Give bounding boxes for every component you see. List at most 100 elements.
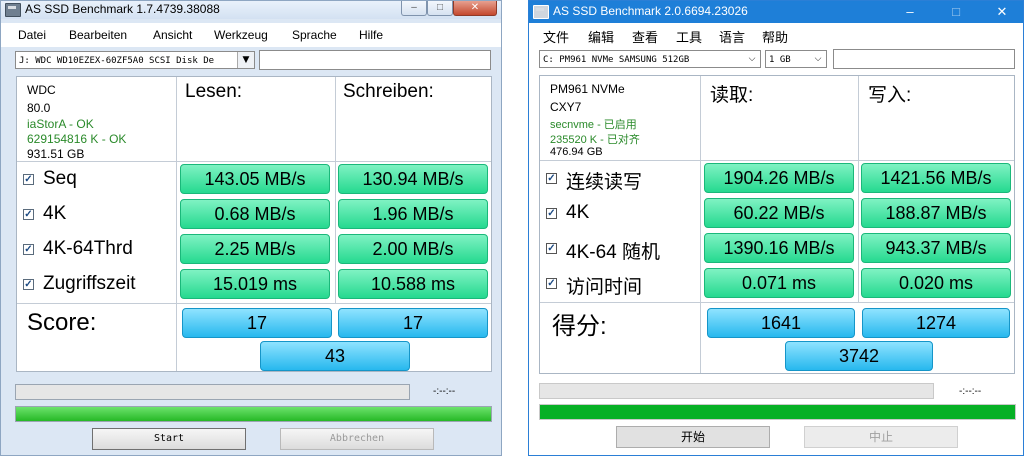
menu-help[interactable]: 帮助 <box>762 27 788 46</box>
progress-fill-overall <box>16 407 491 421</box>
row-label-4k: 4K <box>43 203 67 224</box>
read-column-header: 读取: <box>710 85 754 106</box>
seq-read-value: 1904.26 MB/s <box>704 163 854 193</box>
menu-bar: 文件 编辑 查看 工具 语言 帮助 <box>529 23 1023 47</box>
drive-capacity: 931.51 GB <box>27 147 85 161</box>
row-label-seq: 连续读写 <box>566 172 643 193</box>
dropdown-arrow-icon[interactable]: ⌵ <box>744 51 760 67</box>
menu-sprache[interactable]: Sprache <box>292 28 337 42</box>
seq-checkbox[interactable]: ✓ <box>546 173 557 184</box>
4k-write-value: 188.87 MB/s <box>861 198 1011 228</box>
title-bar[interactable]: AS SSD Benchmark 2.0.6694.23026 – □ ✕ <box>529 1 1023 23</box>
app-icon <box>533 5 549 19</box>
drive-firmware: CXY7 <box>550 100 582 114</box>
alignment-status: 629154816 K - OK <box>27 132 127 146</box>
drive-select[interactable]: C: PM961 NVMe SAMSUNG 512GB ⌵ <box>539 50 761 68</box>
window-title: AS SSD Benchmark 2.0.6694.23026 <box>553 4 748 18</box>
access-time-checkbox[interactable]: ✓ <box>23 279 34 290</box>
menu-werkzeug[interactable]: Werkzeug <box>214 28 268 42</box>
4k-read-value: 60.22 MB/s <box>704 198 854 228</box>
elapsed-time: -:--:-- <box>433 386 456 397</box>
maximize-button[interactable]: □ <box>427 1 453 16</box>
4k-read-value: 0.68 MB/s <box>180 199 330 229</box>
close-button[interactable]: ✕ <box>979 1 1023 23</box>
size-select[interactable]: 1 GB ⌵ <box>765 50 827 68</box>
progress-bar-test <box>15 384 410 400</box>
elapsed-time: -:--:-- <box>959 386 982 397</box>
abort-button[interactable]: Abbrechen <box>280 428 434 450</box>
progress-bar-overall <box>539 404 1016 420</box>
row-label-4k64: 4K-64 随机 <box>566 242 660 263</box>
drive-select[interactable]: J: WDC WD10EZEX-60ZF5A0 SCSI Disk De ▼ <box>15 51 255 69</box>
score-write: 1274 <box>862 308 1010 338</box>
benchmark-window-v2: AS SSD Benchmark 2.0.6694.23026 – □ ✕ 文件… <box>528 0 1024 456</box>
menu-tools[interactable]: 工具 <box>676 27 702 46</box>
menu-bearbeiten[interactable]: Bearbeiten <box>69 28 127 42</box>
4k-checkbox[interactable]: ✓ <box>546 208 557 219</box>
score-read: 17 <box>182 308 332 338</box>
access-time-checkbox[interactable]: ✓ <box>546 278 557 289</box>
start-button[interactable]: 开始 <box>616 426 770 448</box>
size-select-value: 1 GB <box>769 55 791 65</box>
4k64-read-value: 1390.16 MB/s <box>704 233 854 263</box>
benchmark-window-v1: AS SSD Benchmark 1.7.4739.38088 – □ ✕ Da… <box>0 0 502 456</box>
write-column-header: Schreiben: <box>343 81 434 102</box>
row-label-4k: 4K <box>566 202 590 223</box>
score-read: 1641 <box>707 308 855 338</box>
drive-select-value: J: WDC WD10EZEX-60ZF5A0 SCSI Disk De <box>19 56 215 66</box>
alignment-status: 235520 K - 已对齐 <box>550 134 640 146</box>
seq-write-value: 1421.56 MB/s <box>861 163 1011 193</box>
read-column-header: Lesen: <box>185 81 243 102</box>
results-panel: WDC 80.0 iaStorA - OK 629154816 K - OK 9… <box>16 76 492 372</box>
score-write: 17 <box>338 308 488 338</box>
custom-text-field[interactable] <box>833 49 1015 69</box>
start-button[interactable]: Start <box>92 428 246 450</box>
4k64-read-value: 2.25 MB/s <box>180 234 330 264</box>
menu-ansicht[interactable]: Ansicht <box>153 28 192 42</box>
seq-checkbox[interactable]: ✓ <box>23 174 34 185</box>
app-icon <box>5 3 21 17</box>
access-time-read-value: 15.019 ms <box>180 269 330 299</box>
menu-language[interactable]: 语言 <box>719 27 745 46</box>
minimize-button[interactable]: – <box>887 1 933 23</box>
4k64-write-value: 2.00 MB/s <box>338 234 488 264</box>
driver-status: iaStorA - OK <box>27 117 94 131</box>
row-label-access-time: 访问时间 <box>566 277 643 298</box>
4k-write-value: 1.96 MB/s <box>338 199 488 229</box>
progress-bar-overall <box>15 406 492 422</box>
row-label-4k64: 4K-64Thrd <box>43 238 133 259</box>
abort-button[interactable]: 中止 <box>804 426 958 448</box>
menu-file[interactable]: 文件 <box>543 27 569 46</box>
dropdown-arrow-icon[interactable]: ▼ <box>237 52 254 68</box>
score-label: 得分: <box>552 313 607 340</box>
row-label-access-time: Zugriffszeit <box>43 273 136 294</box>
seq-write-value: 130.94 MB/s <box>338 164 488 194</box>
title-bar[interactable]: AS SSD Benchmark 1.7.4739.38088 – □ ✕ <box>1 1 501 19</box>
score-total: 3742 <box>785 341 933 371</box>
close-button[interactable]: ✕ <box>453 1 497 16</box>
minimize-button[interactable]: – <box>401 1 427 16</box>
window-title: AS SSD Benchmark 1.7.4739.38088 <box>25 2 220 16</box>
drive-model: PM961 NVMe <box>550 82 625 96</box>
progress-fill-overall <box>540 405 1015 419</box>
row-label-seq: Seq <box>43 168 77 189</box>
custom-text-field[interactable] <box>259 50 491 70</box>
menu-hilfe[interactable]: Hilfe <box>359 28 383 42</box>
results-panel: PM961 NVMe CXY7 secnvme - 已启用 235520 K -… <box>539 75 1015 374</box>
driver-status: secnvme - 已启用 <box>550 119 637 131</box>
menu-bar: Datei Bearbeiten Ansicht Werkzeug Sprach… <box>1 23 501 47</box>
seq-read-value: 143.05 MB/s <box>180 164 330 194</box>
access-time-write-value: 10.588 ms <box>338 269 488 299</box>
access-time-read-value: 0.071 ms <box>704 268 854 298</box>
4k-checkbox[interactable]: ✓ <box>23 209 34 220</box>
4k64-checkbox[interactable]: ✓ <box>23 244 34 255</box>
size-dropdown-arrow-icon[interactable]: ⌵ <box>810 51 826 67</box>
menu-edit[interactable]: 编辑 <box>588 27 614 46</box>
4k64-checkbox[interactable]: ✓ <box>546 243 557 254</box>
progress-bar-test <box>539 383 934 399</box>
menu-view[interactable]: 查看 <box>632 27 658 46</box>
menu-datei[interactable]: Datei <box>18 28 46 42</box>
maximize-button[interactable]: □ <box>933 1 979 23</box>
write-column-header: 写入: <box>868 85 912 106</box>
score-total: 43 <box>260 341 410 371</box>
